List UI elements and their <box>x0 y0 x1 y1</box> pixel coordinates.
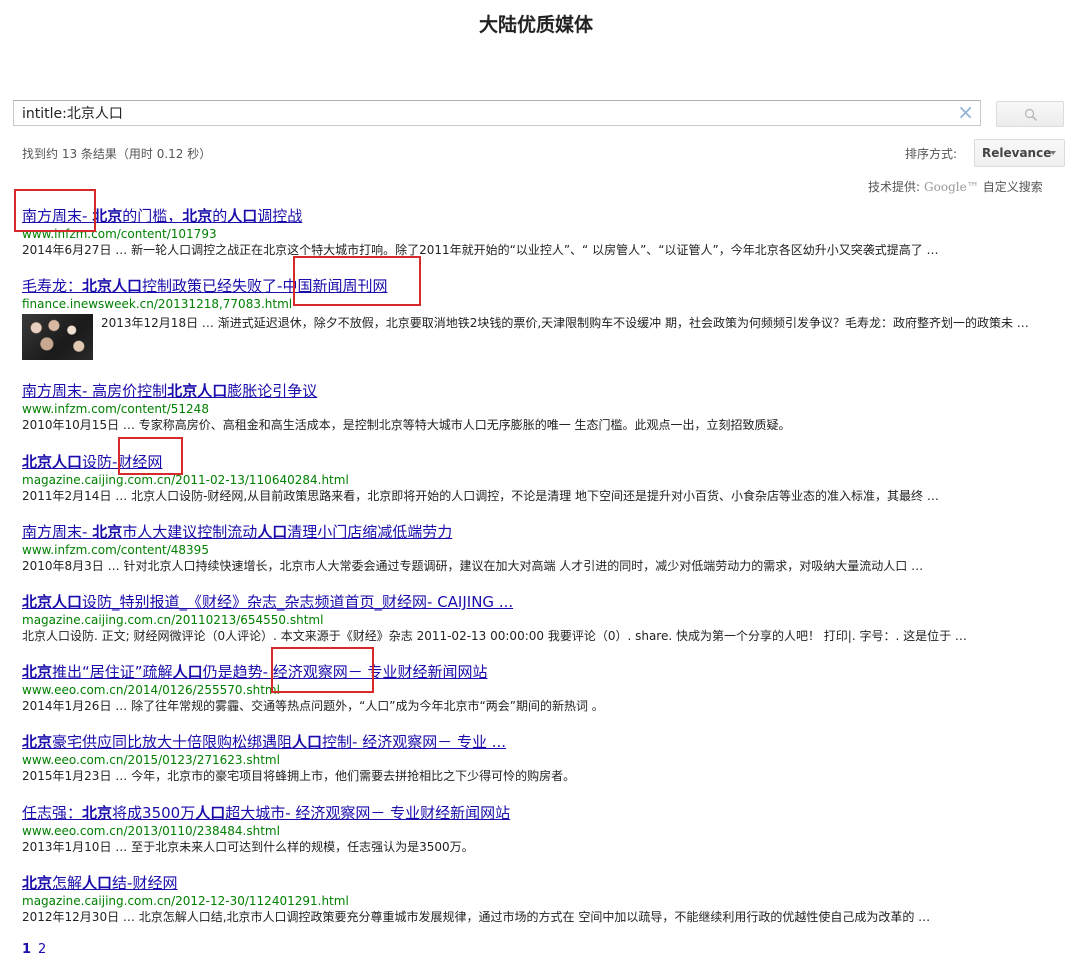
result-title-keyword: 人口 <box>257 523 288 541</box>
result-title-text: 市人大建议控制流动 <box>122 523 258 541</box>
result-title-text: 南方周末- <box>22 523 93 541</box>
result-title-text: 任志强： <box>22 804 83 822</box>
result-title-link[interactable]: 北京豪宅供应同比放大十倍限购松绑遇阻人口控制- 经济观察网－ 专业 ... <box>22 732 1052 752</box>
page-current: 1 <box>22 942 32 957</box>
result-title-text: 结-财经网 <box>112 874 178 892</box>
result-snippet: 2010年10月15日 … 专家称高房价、高租金和高生活成本，是控制北京等特大城… <box>22 418 791 432</box>
result-snippet: 2013年1月10日 … 至于北京未来人口可达到什么样的规模，任志强认为是350… <box>22 840 474 854</box>
result-title-link[interactable]: 任志强：北京将成3500万人口超大城市- 经济观察网－ 专业财经新闻网站 <box>22 803 1052 823</box>
result-title-keyword: 北京 <box>92 523 123 541</box>
result-title-keyword: 北京人口 <box>22 453 83 471</box>
powered-by: 技术提供: Google™ 自定义搜索 <box>868 178 1043 195</box>
result-snippet: 2015年1月23日 … 今年，北京市的豪宅项目将蜂拥上市，他们需要去拼抢相比之… <box>22 769 576 783</box>
sort-value: Relevance <box>982 146 1052 160</box>
result-title-keyword: 北京人口 <box>167 382 228 400</box>
pagination: 12 <box>22 942 46 957</box>
result-snippet: 2013年12月18日 … 渐进式延迟退休，除夕不放假，北京要取消地铁2块钱的票… <box>101 316 1029 330</box>
result-title-text: 调控战 <box>257 207 303 225</box>
result-url: magazine.caijing.com.cn/2011-02-13/11064… <box>22 473 349 487</box>
result-snippet: 2014年1月26日 … 除了往年常规的雾霾、交通等热点问题外，“人口”成为今年… <box>22 699 604 713</box>
result-title-keyword: 北京人口 <box>22 593 83 611</box>
search-input[interactable] <box>22 104 942 122</box>
result-title-link[interactable]: 南方周末- 北京的门槛，北京的人口调控战 <box>22 206 1052 226</box>
result-url: www.eeo.com.cn/2014/0126/255570.shtml <box>22 683 280 697</box>
search-result: 南方周末- 北京市人大建议控制流动人口清理小门店缩减低端劳力 www.infzm.… <box>22 522 1052 574</box>
page-link[interactable]: 2 <box>38 942 46 957</box>
result-title-text: 将成3500万 <box>112 804 196 822</box>
search-result: 南方周末- 北京的门槛，北京的人口调控战 www.infzm.com/conten… <box>22 206 1052 258</box>
search-result: 北京豪宅供应同比放大十倍限购松绑遇阻人口控制- 经济观察网－ 专业 ... www… <box>22 732 1052 784</box>
search-box: × <box>13 100 981 126</box>
result-title-keyword: 人口 <box>82 874 113 892</box>
result-title-text: 清理小门店缩减低端劳力 <box>287 523 453 541</box>
result-url: magazine.caijing.com.cn/20110213/654550.… <box>22 613 324 627</box>
result-title-text: 推出“居住证”疏解 <box>52 663 173 681</box>
result-title-link[interactable]: 北京怎解人口结-财经网 <box>22 873 1052 893</box>
result-snippet: 2012年12月30日 … 北京怎解人口结,北京市人口调控政策要充分尊重城市发展… <box>22 910 931 924</box>
search-icon <box>1024 108 1038 122</box>
page-title: 大陆优质媒体 <box>478 14 593 36</box>
search-button[interactable] <box>996 101 1064 127</box>
result-count: 找到约 13 条结果（用时 0.12 秒） <box>22 147 212 161</box>
result-title-keyword: 北京 <box>82 804 113 822</box>
result-title-text: 的 <box>212 207 228 225</box>
result-snippet: 2014年6月27日 … 新一轮人口调控之战正在北京这个特大城市打响。除了201… <box>22 243 939 257</box>
result-title-text: 设防_特别报道_《财经》杂志_杂志频道首页_财经网- CAIJING ... <box>82 593 514 611</box>
result-url: www.infzm.com/content/101793 <box>22 227 217 241</box>
result-title-text: 南方周末- 高房价控制 <box>22 382 168 400</box>
result-title-link[interactable]: 北京推出“居住证”疏解人口仍是趋势- 经济观察网－ 专业财经新闻网站 <box>22 662 1052 682</box>
result-title-text: 仍是趋势- 经济观察网－ 专业财经新闻网站 <box>202 663 488 681</box>
result-title-keyword: 人口 <box>227 207 258 225</box>
result-title-link[interactable]: 南方周末- 高房价控制北京人口膨胀论引争议 <box>22 381 1052 401</box>
search-result: 北京人口设防-财经网 magazine.caijing.com.cn/2011-0… <box>22 452 1052 504</box>
powered-by-suffix[interactable]: 自定义搜索 <box>983 180 1043 194</box>
search-result: 北京人口设防_特别报道_《财经》杂志_杂志频道首页_财经网- CAIJING .… <box>22 592 1052 644</box>
result-title-keyword: 人口 <box>292 733 323 751</box>
result-title-keyword: 北京人口 <box>82 277 143 295</box>
result-url: www.infzm.com/content/48395 <box>22 543 209 557</box>
result-body: 2013年12月18日 … 渐进式延迟退休，除夕不放假，北京要取消地铁2块钱的票… <box>22 312 1052 360</box>
result-title-keyword: 北京 <box>182 207 213 225</box>
result-url: www.infzm.com/content/51248 <box>22 402 209 416</box>
result-title-text: 豪宅供应同比放大十倍限购松绑遇阻 <box>52 733 293 751</box>
result-thumbnail[interactable] <box>22 314 93 360</box>
result-title-text: 超大城市- 经济观察网－ 专业财经新闻网站 <box>225 804 511 822</box>
result-title-text: 设防-财经网 <box>82 453 163 471</box>
result-snippet: 2011年2月14日 … 北京人口设防-财经网,从目前政策思路来看，北京即将开始… <box>22 489 939 503</box>
result-title-text: 南方周末- <box>22 207 93 225</box>
result-title-keyword: 北京 <box>22 663 53 681</box>
result-title-text: 膨胀论引争议 <box>227 382 318 400</box>
result-title-text: 的门槛， <box>122 207 183 225</box>
search-result: 北京推出“居住证”疏解人口仍是趋势- 经济观察网－ 专业财经新闻网站 www.ee… <box>22 662 1052 714</box>
search-result: 北京怎解人口结-财经网 magazine.caijing.com.cn/2012-… <box>22 873 1052 925</box>
result-snippet: 北京人口设防. 正文; 财经网微评论（0人评论）. 本文来源于《财经》杂志 20… <box>22 629 967 643</box>
result-title-keyword: 人口 <box>195 804 226 822</box>
clear-icon[interactable]: × <box>957 100 974 124</box>
result-url: www.eeo.com.cn/2015/0123/271623.shtml <box>22 753 280 767</box>
search-result: 任志强：北京将成3500万人口超大城市- 经济观察网－ 专业财经新闻网站 www.… <box>22 803 1052 855</box>
sort-label: 排序方式: <box>905 147 958 161</box>
result-title-keyword: 北京 <box>92 207 123 225</box>
result-title-keyword: 北京 <box>22 874 53 892</box>
result-title-text: 毛寿龙： <box>22 277 83 295</box>
sort-dropdown[interactable]: Relevance <box>974 139 1065 167</box>
result-title-keyword: 北京 <box>22 733 53 751</box>
result-title-link[interactable]: 北京人口设防_特别报道_《财经》杂志_杂志频道首页_财经网- CAIJING .… <box>22 592 1052 612</box>
result-url: magazine.caijing.com.cn/2012-12-30/11240… <box>22 894 349 908</box>
result-url: www.eeo.com.cn/2013/0110/238484.shtml <box>22 824 280 838</box>
powered-by-prefix: 技术提供: <box>868 180 921 194</box>
search-result: 毛寿龙：北京人口控制政策已经失败了-中国新闻周刊网 finance.inewswe… <box>22 276 1052 360</box>
result-title-text: 怎解 <box>52 874 83 892</box>
result-title-text: 控制政策已经失败了-中国新闻周刊网 <box>142 277 388 295</box>
chevron-down-icon <box>1050 151 1056 155</box>
result-title-text: 控制- 经济观察网－ 专业 ... <box>322 733 507 751</box>
result-title-link[interactable]: 毛寿龙：北京人口控制政策已经失败了-中国新闻周刊网 <box>22 276 1052 296</box>
result-title-keyword: 人口 <box>172 663 203 681</box>
result-title-link[interactable]: 南方周末- 北京市人大建议控制流动人口清理小门店缩减低端劳力 <box>22 522 1052 542</box>
google-logo: Google™ <box>924 180 979 194</box>
result-snippet: 2010年8月3日 … 针对北京人口持续快速增长，北京市人大常委会通过专题调研，… <box>22 559 924 573</box>
result-title-link[interactable]: 北京人口设防-财经网 <box>22 452 1052 472</box>
search-result: 南方周末- 高房价控制北京人口膨胀论引争议 www.infzm.com/conte… <box>22 381 1052 433</box>
result-url: finance.inewsweek.cn/20131218,77083.html <box>22 297 293 311</box>
